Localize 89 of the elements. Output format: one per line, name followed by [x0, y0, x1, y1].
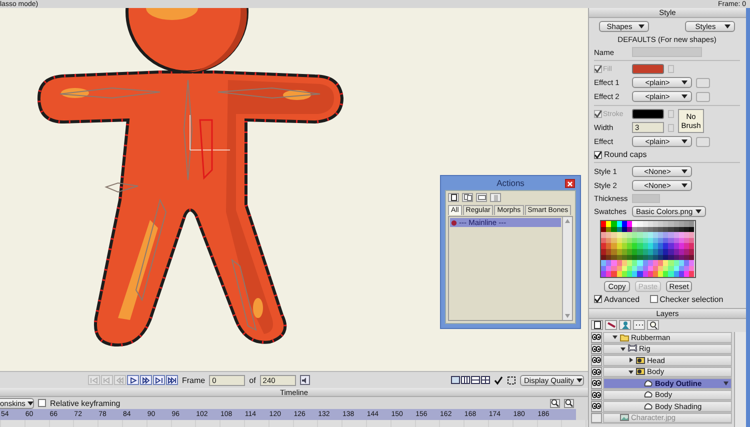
page-icon [450, 194, 458, 201]
color-palette[interactable] [600, 220, 696, 278]
of-label: of [249, 376, 256, 384]
sound-button[interactable] [300, 375, 310, 385]
checkbox[interactable] [594, 295, 602, 304]
play-button[interactable] [127, 375, 139, 385]
magnifier-icon [551, 399, 559, 407]
grid-view-icon[interactable] [481, 376, 490, 384]
checkmark-icon[interactable] [494, 376, 503, 384]
bone-icon [606, 321, 616, 329]
collapsed-icon[interactable] [628, 357, 634, 364]
checkbox-label: Advanced [604, 294, 640, 304]
transport-icon [116, 376, 124, 384]
visibility-toggle[interactable] [591, 344, 602, 354]
checkbox[interactable] [650, 295, 658, 304]
caret-icon [681, 139, 688, 144]
name-input[interactable] [632, 47, 702, 57]
next-keyframe-button[interactable] [153, 375, 165, 385]
toolbar-button[interactable] [647, 320, 659, 330]
transport-icon [168, 376, 176, 384]
eyes-icon [592, 403, 601, 410]
bone-icon [628, 344, 637, 354]
caret-icon [694, 209, 702, 214]
rows-view-icon[interactable] [471, 376, 480, 384]
caret-icon[interactable] [723, 380, 729, 386]
caret-icon [724, 24, 731, 29]
transport-icon [155, 376, 163, 384]
transport-icon [90, 376, 98, 384]
group-icon [636, 356, 645, 365]
toolbar-button[interactable] [448, 193, 459, 202]
visibility-toggle[interactable] [591, 412, 602, 423]
selection-square-icon[interactable] [507, 376, 516, 384]
group-icon [636, 367, 645, 376]
checkbox[interactable] [38, 399, 46, 407]
caret-icon [681, 183, 688, 188]
checkbox-label: Round caps [604, 150, 647, 159]
columns-view-icon[interactable] [461, 376, 470, 384]
expanded-icon[interactable] [620, 346, 626, 352]
eyes-icon [592, 392, 601, 398]
last-frame-button[interactable] [166, 375, 178, 385]
close-button[interactable] [565, 179, 575, 188]
visibility-toggle[interactable] [591, 332, 602, 342]
folder-icon [620, 332, 629, 342]
visibility-toggle[interactable] [591, 366, 602, 377]
speaker-icon [300, 376, 309, 384]
close-icon [567, 180, 573, 186]
visibility-toggle[interactable] [591, 401, 602, 412]
caret-icon [681, 169, 688, 174]
figure-icon [620, 321, 630, 329]
toolbar-button[interactable] [591, 320, 603, 330]
single-view-icon[interactable] [451, 376, 460, 384]
image-icon [620, 413, 629, 422]
play-icon [129, 376, 137, 384]
magnifier-icon [648, 321, 658, 329]
toolbar-button[interactable] [605, 320, 617, 330]
timeline-track[interactable] [0, 420, 588, 427]
visibility-toggle[interactable] [591, 390, 602, 400]
eyes-icon [592, 357, 601, 364]
visibility-toggle[interactable] [591, 378, 602, 388]
trash-icon [492, 194, 500, 201]
frame-icon [478, 194, 486, 201]
expanded-icon[interactable] [612, 334, 618, 340]
visibility-toggle[interactable] [591, 355, 602, 366]
eyes-icon [592, 346, 601, 352]
caret-icon [681, 80, 688, 85]
caret-icon [638, 24, 645, 29]
toolbar-button[interactable] [633, 320, 645, 330]
action-icon [451, 220, 457, 226]
eyes-icon [592, 380, 601, 386]
checkbox[interactable] [594, 150, 602, 158]
frame-label: Frame [182, 376, 206, 384]
caret-icon [27, 400, 34, 406]
pages-icon [464, 194, 472, 201]
zoom-in-button[interactable] [564, 398, 574, 408]
step-forward-button[interactable] [140, 375, 152, 385]
page-icon [592, 321, 602, 329]
window-title: Actions [496, 178, 524, 188]
checkbox-label: Relative keyframing [50, 398, 120, 408]
expanded-icon[interactable] [628, 368, 634, 375]
transport-icon [142, 376, 150, 384]
caret-icon [576, 378, 584, 382]
zoom-out-button[interactable] [550, 398, 560, 408]
eyes-icon [592, 368, 601, 375]
caret-icon [681, 94, 688, 99]
scrollbar[interactable] [734, 332, 746, 427]
checkbox-label: Checker selection [660, 294, 724, 304]
transport-icon [103, 376, 111, 384]
magnifier-icon [565, 399, 573, 407]
eyes-icon [592, 334, 601, 340]
